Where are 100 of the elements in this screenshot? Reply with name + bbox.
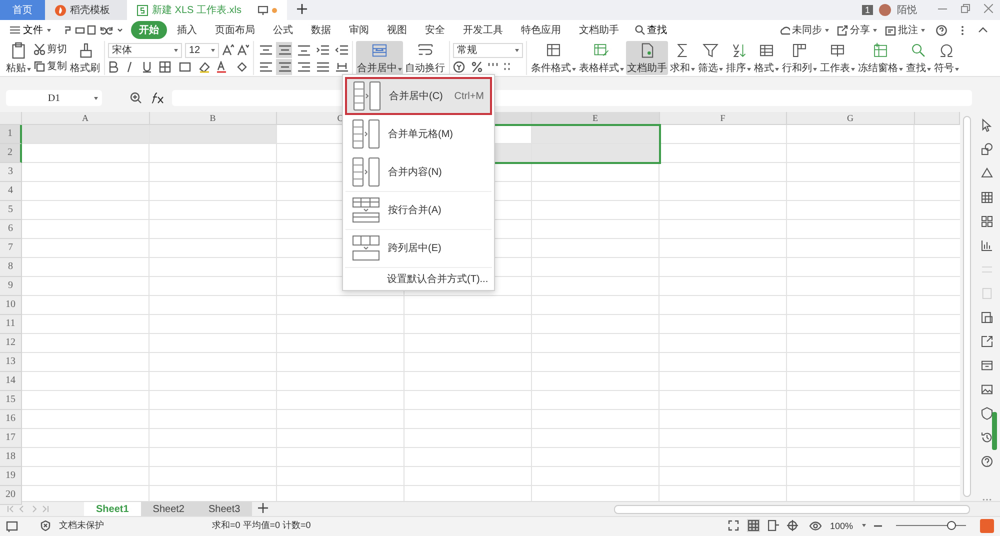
merge-cells-icon — [352, 157, 380, 187]
protection-status[interactable]: 文档未保护 — [59, 519, 104, 532]
merge-cells-icon — [371, 42, 388, 59]
align-icon — [296, 60, 310, 74]
avatar[interactable] — [879, 4, 891, 16]
zoom-slider-thumb[interactable] — [946, 521, 956, 530]
row-header[interactable]: 18 — [0, 448, 22, 467]
cut-button[interactable]: 剪切 — [33, 43, 68, 56]
menu-tab[interactable]: 特色应用 — [513, 21, 569, 39]
row-header[interactable]: 9 — [0, 277, 22, 296]
name-box[interactable]: D1 — [6, 90, 102, 106]
ribbon-button[interactable]: 查找 — [905, 41, 932, 75]
number-format-field[interactable]: 常规 — [453, 42, 523, 58]
tab[interactable]: 稻壳模板 — [45, 0, 127, 20]
toolbar-button[interactable]: 分享 — [834, 23, 880, 37]
zoom-level[interactable]: 100% — [830, 520, 853, 530]
row-header[interactable]: 10 — [0, 296, 22, 315]
column-header[interactable]: G — [787, 112, 914, 125]
sheet-tab[interactable]: Sheet2 — [140, 502, 196, 516]
merge-rows-icon — [352, 235, 380, 261]
row-header[interactable]: 14 — [0, 372, 22, 391]
ribbon-button[interactable]: 条件格式 — [530, 41, 577, 75]
highlighted-cell[interactable] — [22, 125, 150, 144]
column-header[interactable]: A — [22, 112, 150, 125]
row-header[interactable]: 6 — [0, 220, 22, 239]
row-header[interactable]: 8 — [0, 258, 22, 277]
unsaved-dot-icon — [272, 8, 277, 12]
restore-icon — [961, 4, 970, 13]
file-menu[interactable]: 文件 — [6, 23, 55, 37]
sort-icon — [730, 42, 747, 59]
align-icon — [277, 42, 291, 56]
row-header[interactable]: 15 — [0, 391, 22, 410]
menu-tab[interactable]: 页面布局 — [207, 21, 263, 39]
ribbon-button[interactable]: 筛选 — [697, 41, 724, 75]
help-icon — [936, 24, 947, 36]
scrollbar-thumb[interactable] — [963, 116, 971, 497]
table-icon — [758, 42, 775, 59]
menu-tab[interactable]: 插入 — [169, 21, 205, 39]
plus-icon — [258, 503, 268, 513]
ribbon-button[interactable]: 冻结窗格 — [857, 41, 904, 75]
ribbon-button[interactable]: 排序 — [725, 41, 752, 75]
ribbon-button[interactable]: 文档助手 — [626, 41, 668, 75]
more-icon — [981, 498, 993, 502]
highlighted-cell[interactable] — [150, 125, 277, 144]
copy-button[interactable]: 复制 — [33, 60, 68, 73]
menu-icon — [10, 26, 20, 34]
menu-tab[interactable]: 安全 — [417, 21, 453, 39]
menu-tab[interactable]: 开发工具 — [455, 21, 511, 39]
column-header[interactable]: E — [532, 112, 660, 125]
menu-item[interactable]: 设置默认合并方式(T)... — [345, 267, 492, 286]
row-header[interactable]: 3 — [0, 163, 22, 182]
row-header[interactable]: 17 — [0, 429, 22, 448]
align-button[interactable] — [276, 42, 292, 58]
highlighted-cell[interactable] — [532, 125, 660, 144]
row-header[interactable]: 20 — [0, 486, 22, 505]
align-button[interactable] — [276, 58, 292, 74]
search-button[interactable]: 查找 — [629, 22, 673, 38]
tab[interactable]: 首页 — [0, 0, 45, 20]
row-header[interactable]: 4 — [0, 182, 22, 201]
app-logo-icon[interactable] — [980, 518, 994, 532]
ribbon-button[interactable]: 求和 — [669, 41, 696, 75]
column-header[interactable]: B — [150, 112, 277, 125]
toolbar-button[interactable]: 未同步 — [776, 23, 832, 37]
row-header[interactable]: 5 — [0, 201, 22, 220]
ribbon-button[interactable]: 格式 — [753, 41, 780, 75]
row-header[interactable]: 7 — [0, 239, 22, 258]
menu-tab[interactable]: 文档助手 — [571, 21, 627, 39]
collapse-icon — [978, 27, 988, 33]
align-icon — [296, 42, 310, 56]
tab[interactable]: 新建 XLS 工作表.xls — [127, 0, 287, 20]
row-header[interactable]: 16 — [0, 410, 22, 429]
normal-view-button[interactable] — [746, 519, 760, 532]
row-header[interactable]: 1 — [0, 125, 22, 144]
column-header[interactable]: F — [660, 112, 787, 125]
font-size-field[interactable]: 12 — [185, 42, 219, 58]
menu-tab[interactable]: 审阅 — [341, 21, 377, 39]
sheet-tab[interactable]: Sheet3 — [196, 502, 252, 516]
fullscreen-icon — [728, 520, 739, 531]
row-header[interactable]: 2 — [0, 144, 22, 163]
horizontal-scrollbar[interactable] — [614, 504, 970, 514]
paste-button[interactable]: 粘贴 — [5, 41, 32, 75]
menu-item[interactable]: 合并居中(C) Ctrl+M — [345, 77, 492, 115]
menu-tab[interactable]: 数据 — [303, 21, 339, 39]
menu-tab[interactable]: 公式 — [265, 21, 301, 39]
align-icon — [258, 42, 272, 56]
font-name-field[interactable]: 宋体 — [108, 42, 182, 58]
row-header[interactable]: 19 — [0, 467, 22, 486]
comment-icon — [885, 24, 896, 36]
ribbon-button[interactable]: 行和列 — [781, 41, 818, 75]
row-header[interactable]: 13 — [0, 353, 22, 372]
row-header[interactable]: 12 — [0, 334, 22, 353]
wrap-text-button[interactable]: 自动换行 — [404, 41, 446, 75]
merge-center-button[interactable]: 合并居中 — [356, 41, 403, 75]
ribbon-button[interactable]: 工作表 — [819, 41, 856, 75]
toolbar-button[interactable]: 批注 — [882, 23, 928, 37]
rows-columns-icon — [791, 42, 808, 59]
row-header[interactable]: 11 — [0, 315, 22, 334]
ribbon-button[interactable]: 符号 — [933, 41, 960, 75]
menu-tab[interactable]: 视图 — [379, 21, 415, 39]
format-painter-button[interactable]: 格式刷 — [69, 41, 101, 75]
